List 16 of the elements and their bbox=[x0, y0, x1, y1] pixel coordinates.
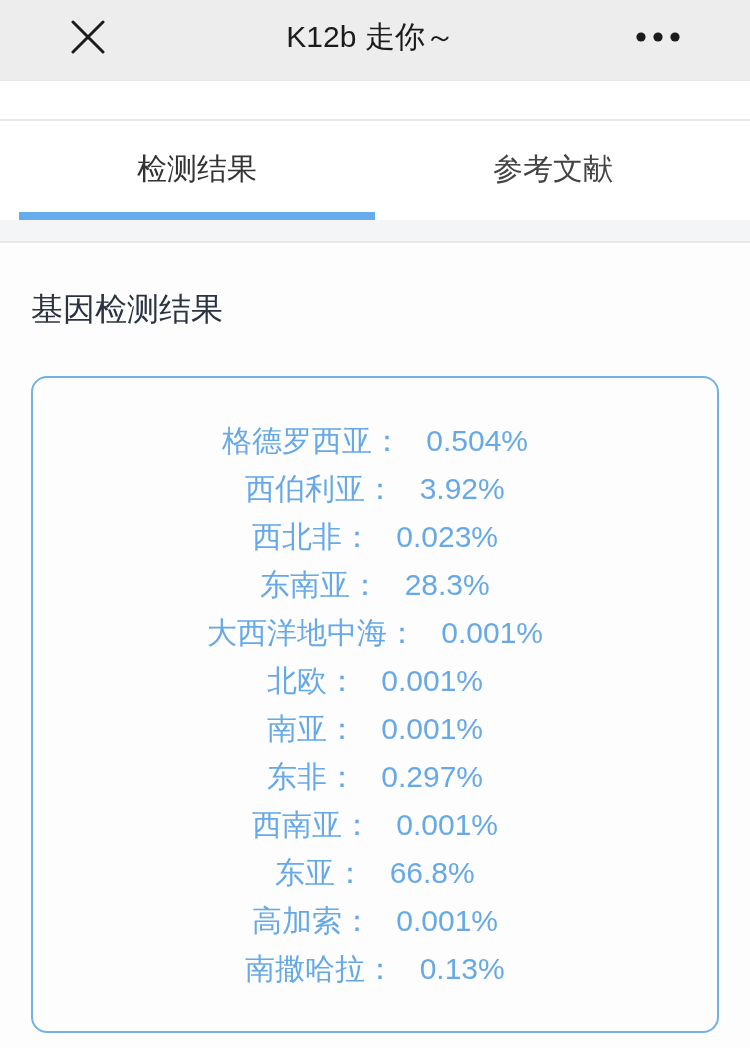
section-heading: 基因检测结果 bbox=[31, 290, 224, 329]
more-icon[interactable] bbox=[636, 32, 680, 42]
close-icon[interactable] bbox=[71, 20, 105, 54]
nav-title: K12b 走你～ bbox=[286, 18, 455, 55]
result-line: 东南亚： 28.3% bbox=[260, 567, 490, 603]
result-line: 西北非： 0.023% bbox=[251, 519, 499, 555]
result-line: 西南亚： 0.001% bbox=[251, 807, 499, 843]
result-line: 西伯利亚： 3.92% bbox=[245, 471, 505, 507]
result-line: 东非： 0.297% bbox=[266, 759, 484, 795]
result-line: 南撒哈拉： 0.13% bbox=[245, 951, 505, 987]
result-line: 东亚： 66.8% bbox=[275, 855, 475, 891]
result-line: 大西洋地中海： 0.001% bbox=[206, 615, 544, 651]
result-line: 高加索： 0.001% bbox=[251, 903, 499, 939]
result-line: 南亚： 0.001% bbox=[266, 711, 484, 747]
result-line: 北欧： 0.001% bbox=[266, 663, 484, 699]
result-line: 格德罗西亚： 0.504% bbox=[221, 423, 529, 459]
